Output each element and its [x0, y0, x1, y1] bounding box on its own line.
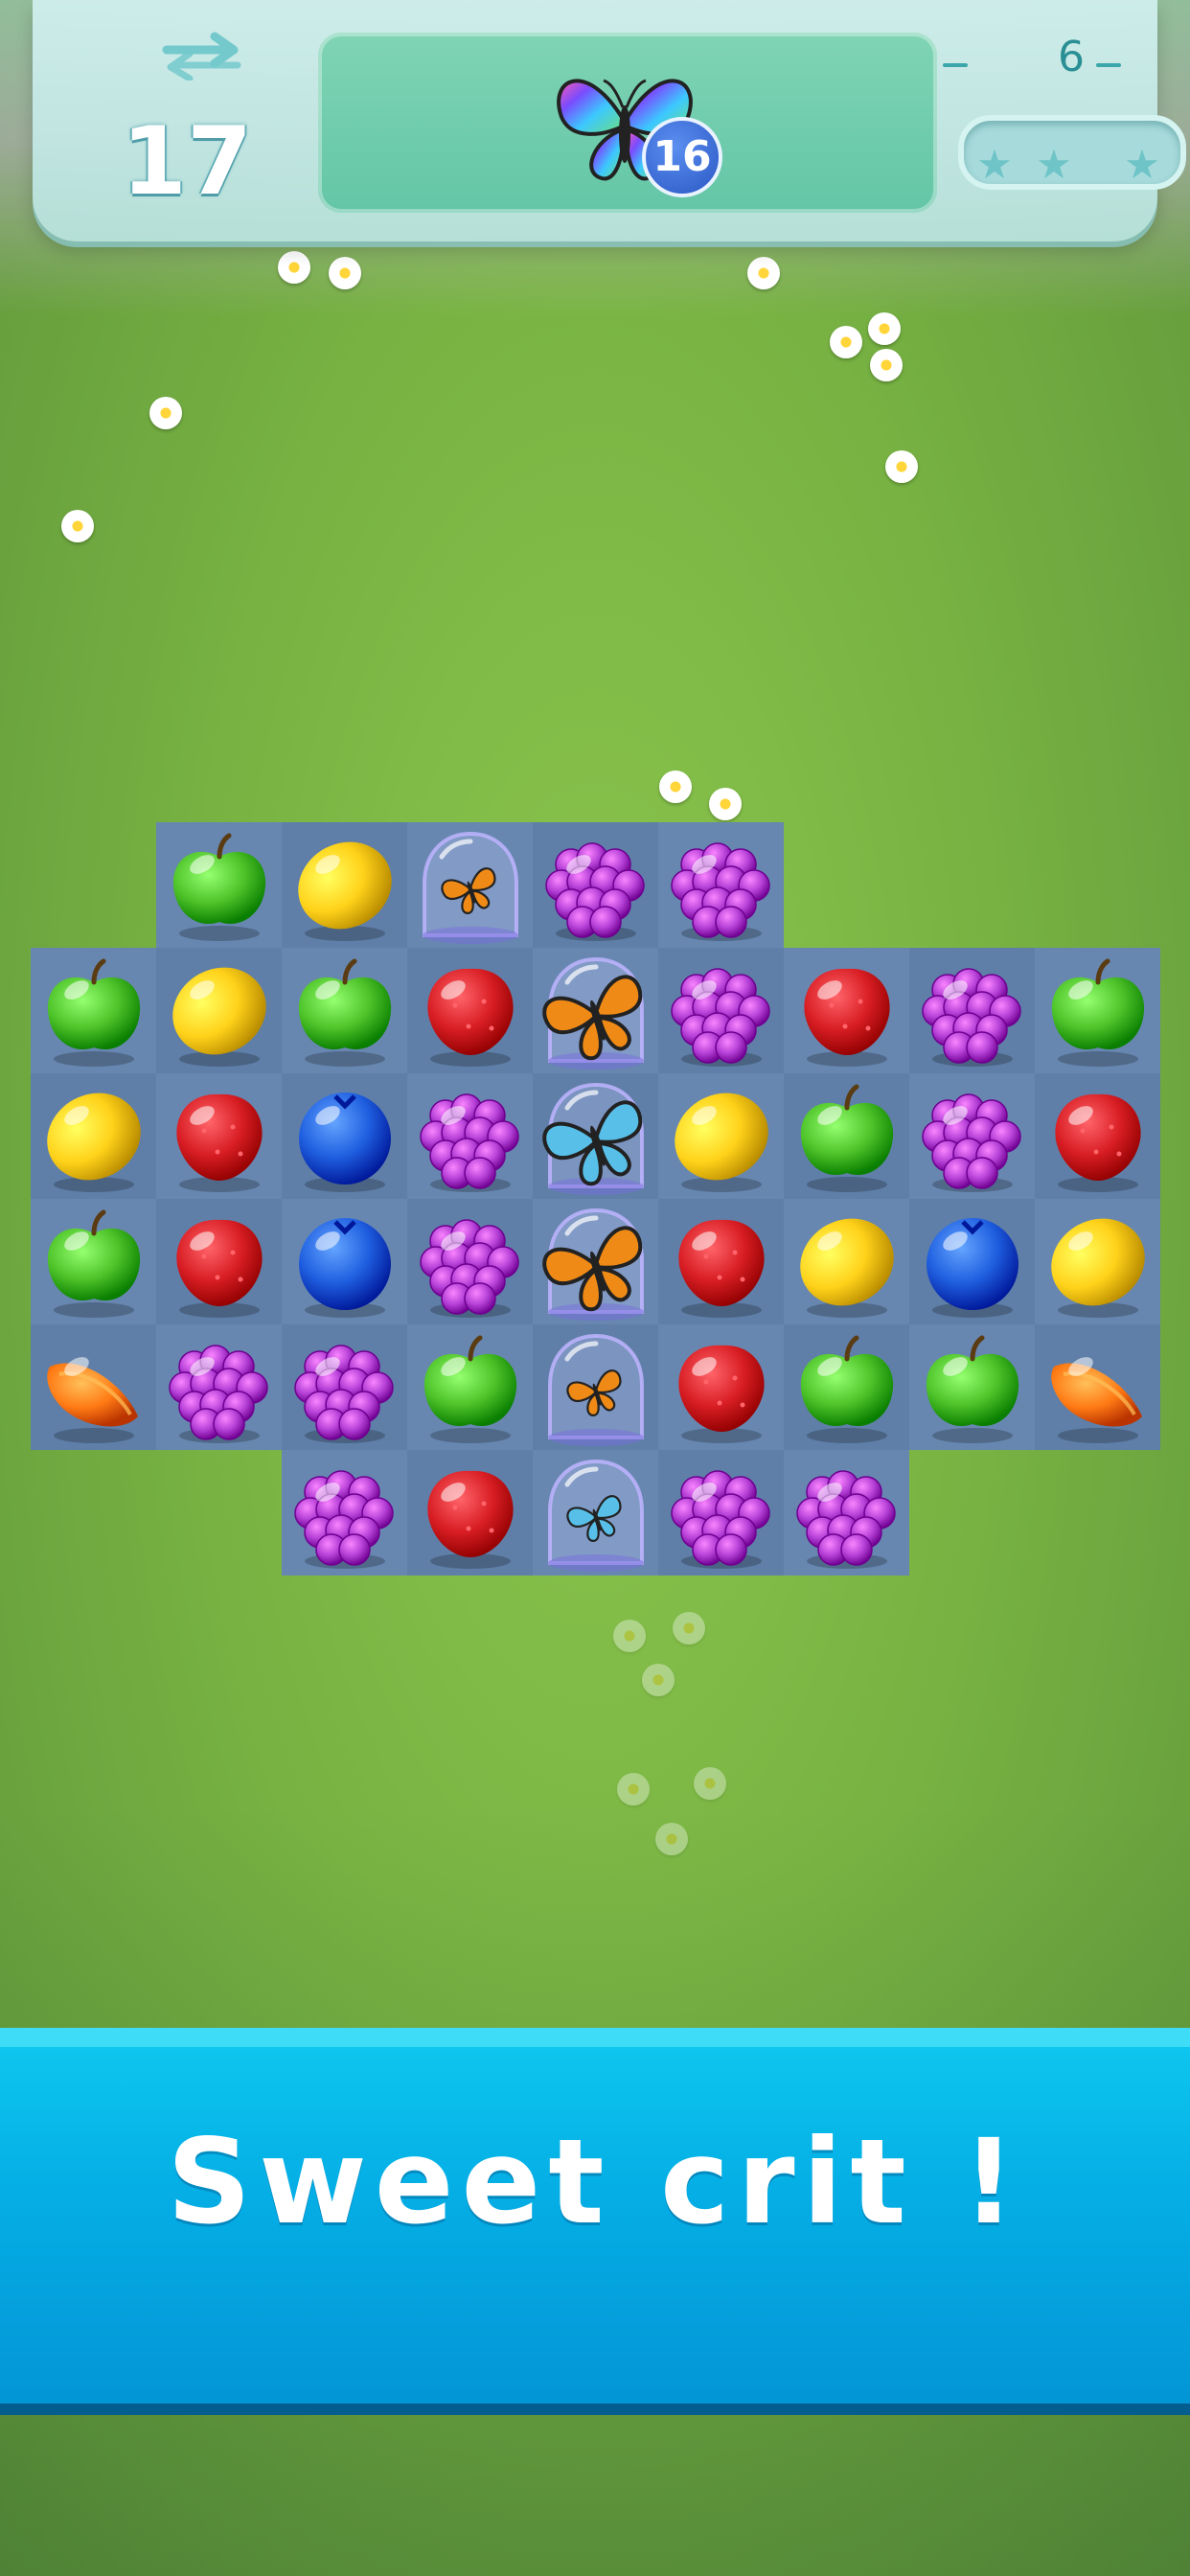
- butterfly-dome-blocker[interactable]: [533, 1324, 658, 1450]
- flower-decoration: [659, 770, 692, 803]
- strawberry-candy[interactable]: [156, 1199, 282, 1324]
- apple-candy[interactable]: [1035, 948, 1160, 1073]
- lemon-candy[interactable]: [1035, 1199, 1160, 1324]
- goal-remaining-badge: 16: [642, 117, 722, 197]
- combo-banner-text: Sweet crit !: [167, 2114, 1023, 2250]
- grape-candy[interactable]: [282, 1450, 407, 1576]
- lemon-candy[interactable]: [658, 1073, 784, 1199]
- apple-candy[interactable]: [31, 1199, 156, 1324]
- butterfly-dome-blocker[interactable]: [533, 1450, 658, 1576]
- level-number: 6: [1058, 33, 1085, 81]
- goal-panel: 16: [318, 33, 937, 213]
- flower-decoration: [149, 397, 182, 429]
- flower-decoration: [709, 788, 742, 820]
- butterfly-dome-blocker[interactable]: [533, 1073, 658, 1199]
- apple-candy[interactable]: [909, 1324, 1035, 1450]
- blueberry-candy[interactable]: [282, 1199, 407, 1324]
- grape-candy[interactable]: [533, 822, 658, 948]
- strawberry-candy[interactable]: [1035, 1073, 1160, 1199]
- grape-candy[interactable]: [784, 1450, 909, 1576]
- flower-decoration: [870, 349, 903, 381]
- strawberry-candy[interactable]: [407, 1450, 533, 1576]
- flower-decoration: [868, 312, 901, 345]
- star-icon: ★: [1036, 141, 1072, 188]
- combo-banner-highlight: [0, 2028, 1190, 2047]
- apple-candy[interactable]: [407, 1324, 533, 1450]
- flower-decoration: [278, 251, 310, 284]
- strawberry-candy[interactable]: [407, 948, 533, 1073]
- grape-candy[interactable]: [407, 1199, 533, 1324]
- strawberry-candy[interactable]: [784, 948, 909, 1073]
- orange-candy[interactable]: [31, 1324, 156, 1450]
- butterfly-dome-blocker[interactable]: [533, 1199, 658, 1324]
- grape-candy[interactable]: [282, 1324, 407, 1450]
- blueberry-candy[interactable]: [909, 1199, 1035, 1324]
- flower-decoration: [655, 1823, 688, 1855]
- apple-candy[interactable]: [784, 1324, 909, 1450]
- grape-candy[interactable]: [909, 948, 1035, 1073]
- strawberry-candy[interactable]: [156, 1073, 282, 1199]
- flower-decoration: [694, 1767, 726, 1800]
- divider: [943, 63, 968, 67]
- star-icon: ★: [1124, 141, 1160, 188]
- star-progress-bar: ★ ★ ★: [958, 115, 1186, 190]
- grape-candy[interactable]: [407, 1073, 533, 1199]
- apple-candy[interactable]: [31, 948, 156, 1073]
- flower-decoration: [830, 326, 862, 358]
- grape-candy[interactable]: [658, 822, 784, 948]
- apple-candy[interactable]: [156, 822, 282, 948]
- flower-decoration: [642, 1664, 675, 1696]
- flower-decoration: [617, 1773, 650, 1806]
- flower-decoration: [61, 510, 94, 542]
- flower-decoration: [329, 257, 361, 289]
- lemon-candy[interactable]: [31, 1073, 156, 1199]
- apple-candy[interactable]: [784, 1073, 909, 1199]
- apple-candy[interactable]: [282, 948, 407, 1073]
- grape-candy[interactable]: [156, 1324, 282, 1450]
- moves-left-counter: 17: [121, 107, 253, 217]
- swap-arrows-icon: [162, 32, 241, 80]
- grape-candy[interactable]: [658, 948, 784, 1073]
- lemon-candy[interactable]: [156, 948, 282, 1073]
- strawberry-candy[interactable]: [658, 1199, 784, 1324]
- divider: [1096, 63, 1121, 67]
- butterfly-dome-blocker[interactable]: [533, 948, 658, 1073]
- strawberry-candy[interactable]: [658, 1324, 784, 1450]
- butterfly-dome-blocker[interactable]: [407, 822, 533, 948]
- blueberry-candy[interactable]: [282, 1073, 407, 1199]
- lemon-candy[interactable]: [784, 1199, 909, 1324]
- orange-candy[interactable]: [1035, 1324, 1160, 1450]
- grape-candy[interactable]: [909, 1073, 1035, 1199]
- flower-decoration: [747, 257, 780, 289]
- flower-decoration: [885, 450, 918, 483]
- top-hud: 17 16 6 ★ ★ ★: [33, 0, 1186, 242]
- lemon-candy[interactable]: [282, 822, 407, 948]
- flower-decoration: [613, 1620, 646, 1652]
- star-icon: ★: [976, 141, 1013, 188]
- flower-decoration: [673, 1612, 705, 1644]
- grape-candy[interactable]: [658, 1450, 784, 1576]
